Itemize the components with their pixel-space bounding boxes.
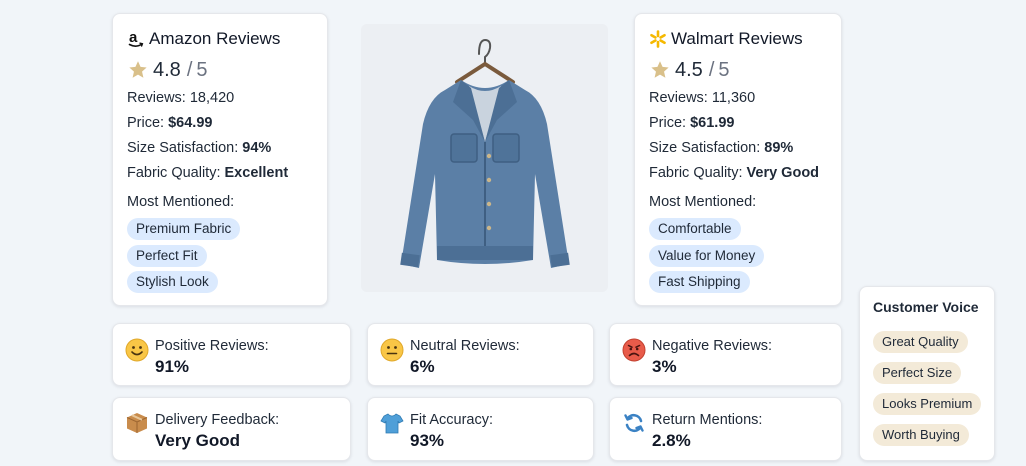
mention-tag: Fast Shipping <box>649 271 750 293</box>
amazon-reviews-card: a Amazon Reviews 4.8 / 5 Reviews: 18,420… <box>112 13 328 306</box>
return-mentions-label: Return Mentions: <box>652 412 763 428</box>
size-value: 89% <box>764 140 794 156</box>
return-mentions-value: 2.8% <box>652 431 691 450</box>
walmart-title-text: Walmart Reviews <box>671 29 803 48</box>
fabric-value: Very Good <box>746 165 820 181</box>
reviews-label: Reviews: <box>649 90 708 106</box>
fit-accuracy-value: 93% <box>410 431 445 450</box>
walmart-rating: 4.5 / 5 <box>649 59 827 81</box>
voice-tag: Worth Buying <box>873 424 969 446</box>
price-value: $61.99 <box>690 115 735 131</box>
voice-tag: Great Quality <box>873 331 968 353</box>
svg-text:a: a <box>129 30 138 46</box>
angry-face-icon <box>622 338 646 362</box>
walmart-fabric-quality: Fabric Quality: Very Good <box>649 165 827 182</box>
walmart-rating-sep: / <box>708 58 715 81</box>
customer-voice-title: Customer Voice <box>873 299 979 315</box>
fit-accuracy-label: Fit Accuracy: <box>410 412 493 428</box>
positive-reviews-value: 91% <box>155 357 190 376</box>
amazon-rating-sep: / <box>186 58 193 81</box>
delivery-feedback-value: Very Good <box>155 431 241 450</box>
price-value: $64.99 <box>168 115 213 131</box>
neutral-reviews-value: 6% <box>410 357 435 376</box>
amazon-most-mentioned-label: Most Mentioned: <box>127 194 235 210</box>
walmart-spark-icon <box>649 29 667 49</box>
positive-reviews-card: Positive Reviews: 91% <box>112 323 351 386</box>
walmart-most-mentioned-label: Most Mentioned: <box>649 194 757 210</box>
delivery-feedback-label: Delivery Feedback: <box>155 412 280 428</box>
package-icon <box>126 413 148 433</box>
amazon-title-text: Amazon Reviews <box>149 29 281 48</box>
amazon-mentioned-tags: Premium Fabric Perfect Fit Stylish Look <box>127 218 313 298</box>
fabric-label: Fabric Quality: <box>649 165 743 181</box>
amazon-logo-icon: a <box>127 29 145 49</box>
walmart-mentioned-tags: Comfortable Value for Money Fast Shippin… <box>649 218 827 298</box>
reviews-label: Reviews: <box>127 90 186 106</box>
star-icon <box>651 61 669 78</box>
mention-tag: Premium Fabric <box>127 218 241 240</box>
neutral-reviews-label: Neutral Reviews: <box>410 338 520 354</box>
fabric-value: Excellent <box>224 165 289 181</box>
walmart-reviews-count: Reviews: 11,360 <box>649 90 827 107</box>
mention-tag: Perfect Fit <box>127 244 207 267</box>
walmart-card-title: Walmart Reviews <box>649 28 827 50</box>
size-label: Size Satisfaction: <box>649 140 761 156</box>
size-label: Size Satisfaction: <box>127 140 239 156</box>
smile-face-icon <box>125 338 149 362</box>
size-value: 94% <box>242 140 272 156</box>
mention-tag: Comfortable <box>649 218 741 240</box>
walmart-rating-max: 5 <box>718 58 730 81</box>
negative-reviews-label: Negative Reviews: <box>652 338 773 354</box>
amazon-rating-value: 4.8 <box>153 58 181 81</box>
walmart-price: Price: $61.99 <box>649 115 827 132</box>
customer-voice-tags: Great Quality Perfect Size Looks Premium… <box>873 331 994 455</box>
amazon-fabric-quality: Fabric Quality: Excellent <box>127 165 313 182</box>
return-mentions-card: Return Mentions: 2.8% <box>609 397 842 461</box>
walmart-reviews-card: Walmart Reviews 4.5 / 5 Reviews: 11,360 … <box>634 13 842 306</box>
price-label: Price: <box>127 115 165 131</box>
product-image <box>361 24 608 292</box>
refresh-icon <box>624 413 644 433</box>
reviews-value: 11,360 <box>711 90 756 106</box>
fit-accuracy-card: Fit Accuracy: 93% <box>367 397 594 461</box>
neutral-reviews-card: Neutral Reviews: 6% <box>367 323 594 386</box>
voice-tag: Looks Premium <box>873 393 982 415</box>
star-icon <box>129 61 147 78</box>
amazon-card-title: a Amazon Reviews <box>127 28 313 50</box>
customer-voice-card: Customer Voice Great Quality Perfect Siz… <box>859 286 995 461</box>
voice-tag: Perfect Size <box>873 362 962 384</box>
reviews-value: 18,420 <box>189 90 235 106</box>
mention-tag: Stylish Look <box>127 271 218 293</box>
negative-reviews-card: Negative Reviews: 3% <box>609 323 842 386</box>
amazon-price: Price: $64.99 <box>127 115 313 132</box>
fabric-label: Fabric Quality: <box>127 165 221 181</box>
delivery-feedback-card: Delivery Feedback: Very Good <box>112 397 351 461</box>
negative-reviews-value: 3% <box>652 357 677 376</box>
amazon-rating-max: 5 <box>196 58 208 81</box>
amazon-rating: 4.8 / 5 <box>127 59 313 81</box>
neutral-face-icon <box>380 338 404 362</box>
tshirt-icon <box>380 413 404 434</box>
positive-reviews-label: Positive Reviews: <box>155 338 269 354</box>
walmart-rating-value: 4.5 <box>675 58 703 81</box>
walmart-size-satisfaction: Size Satisfaction: 89% <box>649 140 827 157</box>
amazon-reviews-count: Reviews: 18,420 <box>127 90 313 107</box>
price-label: Price: <box>649 115 687 131</box>
amazon-size-satisfaction: Size Satisfaction: 94% <box>127 140 313 157</box>
mention-tag: Value for Money <box>649 244 765 267</box>
denim-jacket-image <box>400 38 570 268</box>
